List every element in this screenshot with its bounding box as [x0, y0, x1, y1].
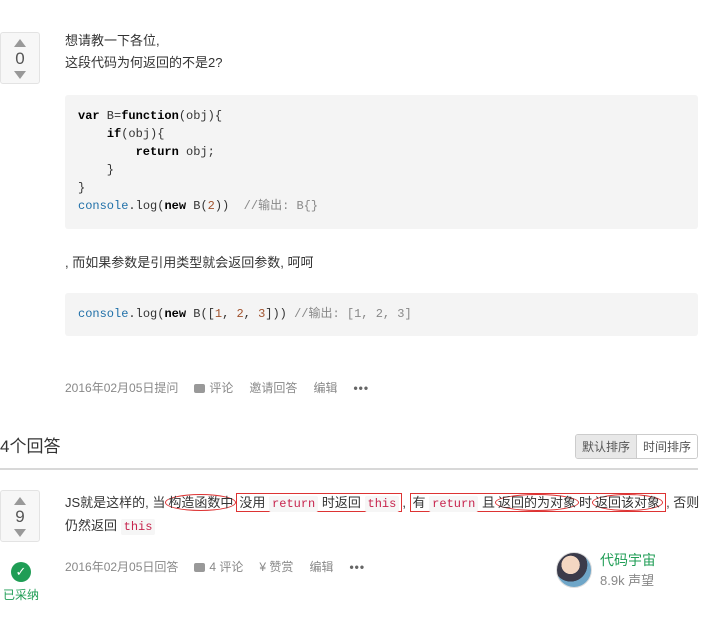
code-token: obj; [178, 145, 215, 159]
answer-text-4: 时返回 [318, 495, 365, 510]
code-line: console.log(new B(2)) //输出: B{} [78, 197, 685, 215]
code-token: , [243, 307, 259, 321]
author-reputation: 8.9k 声望 [600, 573, 655, 588]
code-token: .log( [128, 199, 165, 213]
code-token: new [164, 307, 187, 321]
edit-link[interactable]: 编辑 [313, 379, 337, 396]
code-line: console.log(new B([1, 2, 3])) //输出: [1, … [78, 305, 685, 323]
answer-comment-link[interactable]: 4 评论 [194, 558, 243, 575]
downvote-arrow-icon[interactable] [14, 529, 26, 537]
check-icon: ✓ [11, 562, 31, 582]
answer-meta: 2016年02月05日回答 4 评论 ¥ 赞赏 编辑 ••• [65, 558, 365, 575]
code-token: .log( [128, 307, 165, 321]
code-token: (obj){ [178, 109, 223, 123]
code-token: //输出: [1, 2, 3] [294, 307, 412, 321]
answer-text-3: 没用 [239, 495, 270, 510]
question-vote: 0 [0, 32, 40, 84]
answers-count-title: 4个回答 [0, 437, 61, 456]
question-body: 想请教一下各位, 这段代码为何返回的不是2? [65, 30, 222, 74]
code-token: console [78, 307, 129, 321]
code-token: )) [214, 199, 244, 213]
annotation-box-1: 没用 return 时返回 this [236, 493, 403, 512]
code-token: B([ [186, 307, 215, 321]
code-token: 2 [207, 199, 215, 213]
question-line-2: 这段代码为何返回的不是2? [65, 55, 223, 70]
comment-label: 评论 [209, 381, 234, 395]
code-line: } [78, 161, 685, 179]
code-token: (obj){ [121, 127, 165, 141]
question-followup-text: , 而如果参数是引用类型就会返回参数, 呵呵 [65, 255, 314, 270]
code-line: if(obj){ [78, 125, 685, 143]
answered-date: 2016年02月05日回答 [65, 560, 179, 574]
code-line: } [78, 179, 685, 197]
code-token: } [78, 181, 86, 195]
answer-edit-link[interactable]: 编辑 [309, 558, 333, 575]
question-line-1: 想请教一下各位, [65, 33, 160, 48]
more-icon[interactable]: ••• [349, 560, 365, 574]
code-token: function [121, 109, 179, 123]
comment-link[interactable]: 评论 [194, 379, 233, 396]
asked-date: 2016年02月05日提问 [65, 381, 179, 395]
reward-link[interactable]: ¥ 赞赏 [259, 558, 293, 575]
code-token: 1 [214, 307, 223, 321]
upvote-arrow-icon[interactable] [14, 39, 26, 47]
inline-code-return-1: return [269, 496, 319, 512]
answer-vote-count: 9 [15, 507, 25, 526]
annotation-oval-return-object: 返回该对象 [592, 494, 664, 511]
answer-body: JS就是这样的, 当构造函数中 没用 return 时返回 this, 有 ret… [65, 492, 705, 538]
question-vote-box: 0 [0, 32, 40, 84]
code-token: //输出: B{} [243, 199, 319, 213]
code-token: console [78, 199, 129, 213]
code-token: if [106, 127, 122, 141]
downvote-arrow-icon[interactable] [14, 71, 26, 79]
code-block-2: console.log(new B([1, 2, 3])) //输出: [1, … [65, 293, 698, 336]
comment-icon [194, 384, 206, 393]
code-line: var B=function(obj){ [78, 107, 685, 125]
code-block-1: var B=function(obj){ if(obj){ return obj… [65, 95, 698, 229]
answer-text-9: 时 [579, 495, 593, 510]
author-name[interactable]: 代码宇宙 [600, 550, 656, 570]
answer-author: 代码宇宙 8.9k 声望 [556, 550, 656, 589]
sort-time-button[interactable]: 时间排序 [636, 435, 697, 458]
code-token: new [164, 199, 187, 213]
accepted-badge: ✓ 已采纳 [0, 562, 42, 603]
code-token: , [222, 307, 237, 321]
code-token: B( [186, 199, 208, 213]
code-line: return obj; [78, 143, 685, 161]
accepted-label: 已采纳 [2, 588, 39, 602]
question-vote-count: 0 [15, 49, 25, 68]
answer-vote: 9 [0, 490, 40, 542]
answer-text-1: JS就是这样的, 当 [65, 495, 166, 510]
answer-text-7: 且 [478, 495, 496, 510]
answer-comment-label: 4 评论 [209, 560, 244, 574]
answers-divider [0, 468, 698, 470]
invite-answer-link[interactable]: 邀请回答 [249, 379, 297, 396]
answer-vote-box: 9 [0, 490, 40, 542]
code-token: } [78, 163, 115, 177]
answer-text-6: 有 [412, 495, 430, 510]
code-token: B= [99, 109, 122, 123]
answer-text-5: , [402, 495, 410, 510]
code-token: ])) [265, 307, 295, 321]
inline-code-this-1: this [364, 496, 400, 512]
more-icon[interactable]: ••• [353, 381, 369, 395]
comment-icon [194, 563, 206, 572]
sort-toggle: 默认排序 时间排序 [574, 434, 698, 459]
sort-default-button[interactable]: 默认排序 [575, 435, 637, 458]
code-token: 2 [236, 307, 244, 321]
inline-code-return-2: return [429, 496, 479, 512]
annotation-oval-constructor: 构造函数中 [165, 494, 237, 511]
code-token: var [78, 109, 100, 123]
upvote-arrow-icon[interactable] [14, 497, 26, 505]
question-meta: 2016年02月05日提问 评论 邀请回答 编辑 ••• [65, 379, 369, 396]
avatar[interactable] [556, 551, 592, 588]
author-info: 代码宇宙 8.9k 声望 [600, 550, 656, 589]
annotation-oval-object: 返回的为对象 [495, 494, 580, 511]
inline-code-this-2: this [120, 519, 156, 535]
annotation-box-2: 有 return 且返回的为对象时返回该对象 [409, 493, 667, 512]
code-token: return [135, 145, 179, 159]
